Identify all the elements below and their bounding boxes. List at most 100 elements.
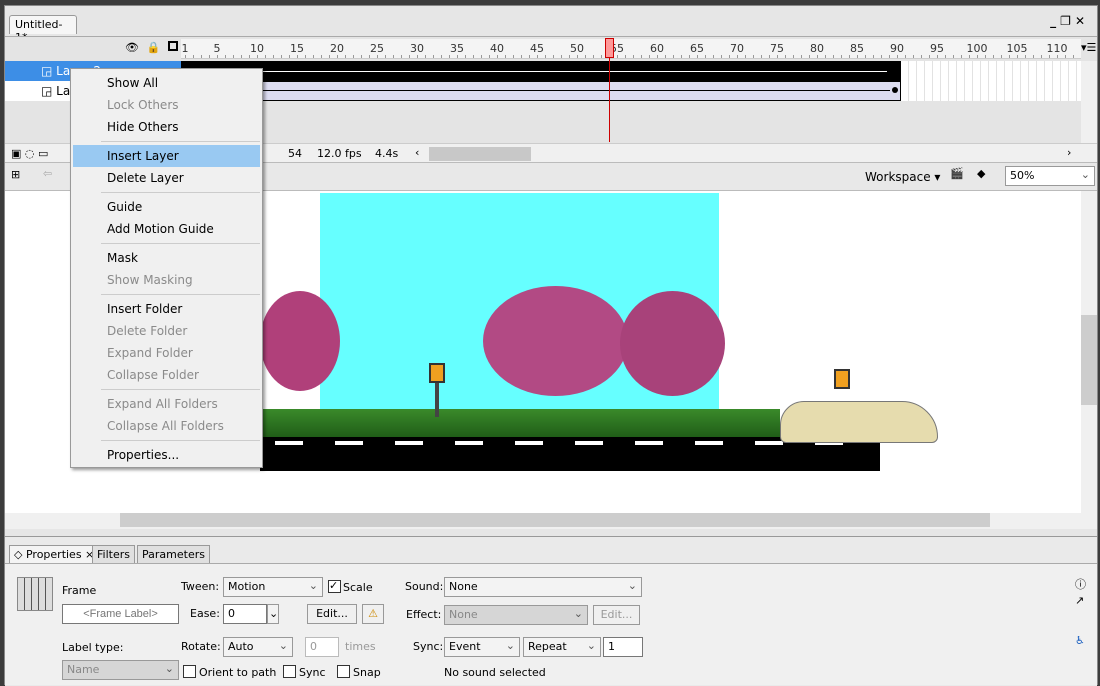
ruler-tick	[681, 55, 682, 58]
stage-vscroll[interactable]	[1081, 191, 1097, 513]
eye-icon[interactable]: 👁	[125, 41, 139, 54]
timeline-menu-icon[interactable]: ▾☰	[1081, 41, 1096, 54]
layer-tool-icons[interactable]: ▣ ◌ ▭	[11, 147, 48, 160]
car[interactable]	[780, 401, 938, 443]
ruler-label: 75	[770, 42, 784, 55]
scroll-left-icon[interactable]: ‹	[415, 146, 419, 159]
repeat-select[interactable]: Repeat ⌄	[523, 637, 601, 657]
minimize-button[interactable]: _	[1050, 14, 1060, 28]
scale-checkbox[interactable]: ✓	[328, 580, 341, 593]
ruler-tick	[577, 55, 578, 58]
label-type-select[interactable]: Name ⌄	[62, 660, 179, 680]
menu-item-delete-layer[interactable]: Delete Layer	[73, 167, 260, 189]
ruler-label: 1	[181, 42, 189, 55]
menu-item-expand-folder: Expand Folder	[107, 346, 193, 360]
empty-frames[interactable]	[901, 61, 1081, 101]
ruler-label: 10	[250, 42, 264, 55]
ruler-tick	[297, 55, 298, 58]
outline-icon[interactable]	[167, 41, 178, 51]
ruler-tick	[1049, 55, 1050, 58]
ruler-tick	[777, 55, 778, 58]
menu-item-hide-others[interactable]: Hide Others	[73, 116, 260, 138]
current-frame: 54	[288, 147, 302, 160]
snap-checkbox[interactable]	[337, 665, 350, 678]
menu-item-add-motion-guide[interactable]: Add Motion Guide	[73, 218, 260, 240]
sync-checkbox[interactable]	[283, 665, 296, 678]
zoom-select[interactable]: 50% ⌄	[1005, 166, 1095, 186]
edit-scene-icon[interactable]: 🎬	[950, 167, 964, 180]
edit-in-place-icon[interactable]: ↗	[1075, 594, 1084, 607]
frame-label-input[interactable]	[62, 604, 179, 624]
ruler-tick	[337, 55, 338, 58]
layer-header-icons: 👁 🔒	[125, 41, 178, 54]
frame-ruler[interactable]: 1 5 10 15 20 25 30 35 40 45 50 55 60 65 70 75 80 85 90 95 10…	[181, 39, 1081, 59]
ruler-tick	[873, 55, 874, 58]
timeline-hscroll-thumb[interactable]	[429, 147, 531, 161]
window-controls[interactable]: _❐✕	[1050, 14, 1089, 28]
scroll-right-icon[interactable]: ›	[1067, 146, 1071, 159]
menu-item-mask[interactable]: Mask	[73, 247, 260, 269]
menu-item-insert-layer[interactable]: Insert Layer	[73, 145, 260, 167]
label-type-label: Label type:	[62, 641, 124, 654]
sync-select[interactable]: Event ⌄	[444, 637, 520, 657]
warning-icon[interactable]: ⚠	[362, 604, 384, 624]
menu-item-delete-folder: Delete Folder	[107, 324, 188, 338]
tween-select[interactable]: Motion ⌄	[223, 577, 323, 597]
workspace-menu[interactable]: Workspace ▾	[865, 170, 940, 184]
sound-select[interactable]: None ⌄	[444, 577, 642, 597]
tween-arrow	[186, 90, 890, 91]
layer2-frames[interactable]	[181, 61, 901, 81]
ruler-tick	[593, 55, 594, 58]
layer1-frames[interactable]	[181, 81, 901, 101]
ruler-tick	[849, 55, 850, 58]
effect-label: Effect:	[406, 608, 442, 621]
playhead[interactable]	[605, 38, 614, 58]
rotate-select[interactable]: Auto ⌄	[223, 637, 293, 657]
ruler-tick	[1001, 55, 1002, 58]
menu-item-show-all[interactable]: Show All	[73, 72, 260, 94]
restore-button[interactable]: ❐	[1060, 14, 1075, 28]
ruler-tick	[993, 55, 994, 58]
tab-properties[interactable]: ◇ Properties ×	[9, 545, 100, 563]
ease-slider-button[interactable]: ⌄	[267, 604, 279, 624]
document-tab[interactable]: Untitled-1*	[9, 15, 77, 44]
menu-separator	[101, 294, 260, 295]
properties-panel: ◇ Properties × Filters Parameters Frame …	[5, 536, 1097, 686]
tab-parameters[interactable]: Parameters	[137, 545, 210, 563]
repeat-count-input[interactable]: 1	[603, 637, 643, 657]
ruler-tick	[329, 55, 330, 58]
ruler-tick	[881, 55, 882, 58]
back-arrow-icon[interactable]: ⇦	[43, 167, 52, 180]
ruler-tick	[505, 55, 506, 58]
ruler-tick	[753, 55, 754, 58]
ruler-tick	[801, 55, 802, 58]
tab-filters[interactable]: Filters	[92, 545, 135, 563]
menu-item-properties[interactable]: Properties...	[73, 444, 260, 466]
ruler-tick	[185, 55, 186, 58]
edit-ease-button[interactable]: Edit...	[307, 604, 357, 624]
ruler-tick	[393, 55, 394, 58]
accessibility-icon[interactable]: ♿	[1075, 634, 1085, 647]
rotate-times-input[interactable]: 0	[305, 637, 339, 657]
ruler-label: 65	[690, 42, 704, 55]
lock-icon[interactable]: 🔒	[146, 41, 160, 54]
frame-rate[interactable]: 12.0 fps	[317, 147, 362, 160]
ruler-tick	[289, 55, 290, 58]
timeline-toggle-icon[interactable]: ⊞	[11, 168, 20, 181]
ruler-label: 105	[1006, 42, 1028, 55]
ease-input[interactable]: 0	[223, 604, 267, 624]
menu-item-insert-folder[interactable]: Insert Folder	[73, 298, 260, 320]
elapsed-time: 4.4s	[375, 147, 399, 160]
stage-hscroll[interactable]	[5, 513, 1097, 529]
orient-to-path-checkbox[interactable]	[183, 665, 196, 678]
ruler-tick	[857, 55, 858, 58]
help-icon[interactable]: ⓘ	[1075, 576, 1086, 592]
timeline-vscroll[interactable]	[1081, 61, 1097, 143]
effect-select[interactable]: None ⌄	[444, 605, 588, 625]
close-button[interactable]: ✕	[1075, 14, 1089, 28]
edit-symbol-icon[interactable]: ◆	[977, 167, 985, 180]
effect-edit-button[interactable]: Edit...	[593, 605, 640, 625]
menu-item-guide[interactable]: Guide	[73, 196, 260, 218]
ruler-tick	[497, 55, 498, 58]
ruler-tick	[1009, 55, 1010, 58]
